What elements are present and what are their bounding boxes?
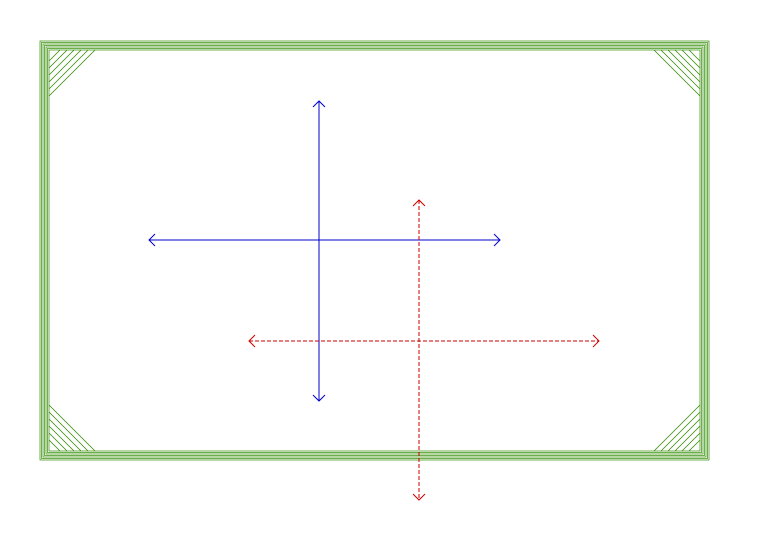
diagram-canvas: [0, 0, 784, 559]
canvas-background: [0, 0, 784, 559]
